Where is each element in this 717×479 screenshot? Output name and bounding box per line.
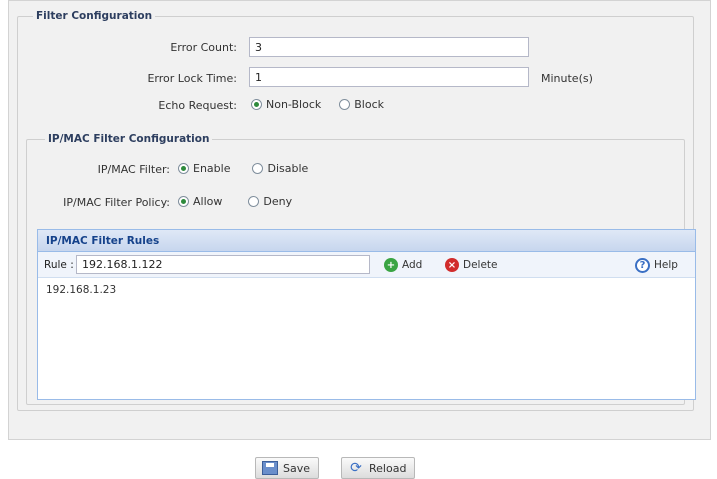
rule-input[interactable]: [76, 255, 370, 274]
ipmac-deny-radio[interactable]: Deny: [248, 195, 292, 208]
help-button[interactable]: ? Help: [632, 255, 681, 275]
ipmac-policy-label: IP/MAC Filter Policy:: [63, 196, 170, 209]
radio-unchecked-icon: [252, 163, 264, 174]
rule-label: Rule :: [44, 259, 74, 271]
echo-block-label: Block: [354, 98, 385, 111]
filter-configuration-title: Filter Configuration: [33, 10, 156, 22]
ipmac-allow-radio[interactable]: Allow: [178, 195, 222, 208]
question-circle-icon: ?: [635, 257, 650, 273]
ipmac-rules-grid: IP/MAC Filter Rules Rule : + Add × Delet…: [37, 229, 696, 400]
delete-button[interactable]: × Delete: [442, 255, 501, 275]
radio-checked-icon: [251, 99, 262, 110]
refresh-icon: ⟳: [350, 460, 362, 476]
rules-list: 192.168.1.23: [38, 278, 695, 306]
ipmac-disable-label: Disable: [267, 162, 309, 175]
echo-block-radio[interactable]: Block: [339, 98, 384, 111]
ipmac-filter-radio-group: Enable Disable: [178, 162, 326, 175]
echo-request-label: Echo Request:: [158, 99, 237, 112]
ipmac-policy-radio-group: Allow Deny: [178, 195, 310, 208]
ipmac-enable-radio[interactable]: Enable: [178, 162, 230, 175]
radio-checked-icon: [178, 163, 189, 174]
rules-toolbar: Rule : + Add × Delete ? Help: [38, 252, 695, 278]
ipmac-rules-title: IP/MAC Filter Rules: [38, 230, 695, 252]
reload-button-label: Reload: [369, 461, 407, 475]
delete-button-label: Delete: [463, 259, 498, 271]
ipmac-deny-label: Deny: [263, 195, 293, 208]
error-count-label: Error Count:: [170, 41, 237, 54]
radio-unchecked-icon: [248, 196, 260, 207]
radio-checked-icon: [178, 196, 189, 207]
error-lock-time-label: Error Lock Time:: [147, 72, 237, 85]
ipmac-disable-radio[interactable]: Disable: [252, 162, 308, 175]
save-button-label: Save: [283, 461, 311, 475]
echo-non-block-radio[interactable]: Non-Block: [251, 98, 321, 111]
echo-non-block-label: Non-Block: [266, 98, 322, 111]
floppy-disk-icon: [262, 461, 278, 475]
save-button[interactable]: Save: [255, 457, 320, 479]
list-item[interactable]: 192.168.1.23: [46, 284, 687, 300]
plus-circle-icon: +: [384, 258, 398, 272]
ipmac-filter-label: IP/MAC Filter:: [97, 163, 170, 176]
ipmac-enable-label: Enable: [193, 162, 231, 175]
reload-button[interactable]: ⟳ Reload: [341, 457, 416, 479]
error-lock-time-input[interactable]: [249, 67, 529, 87]
echo-request-radio-group: Non-Block Block: [251, 98, 402, 111]
error-lock-unit: Minute(s): [541, 72, 593, 85]
error-count-input[interactable]: [249, 37, 529, 57]
help-button-label: Help: [654, 259, 678, 271]
ipmac-filter-configuration-title: IP/MAC Filter Configuration: [45, 133, 213, 145]
add-button[interactable]: + Add: [381, 255, 425, 275]
add-button-label: Add: [402, 259, 423, 271]
x-circle-icon: ×: [445, 258, 459, 272]
radio-unchecked-icon: [339, 99, 351, 110]
ipmac-allow-label: Allow: [193, 195, 223, 208]
